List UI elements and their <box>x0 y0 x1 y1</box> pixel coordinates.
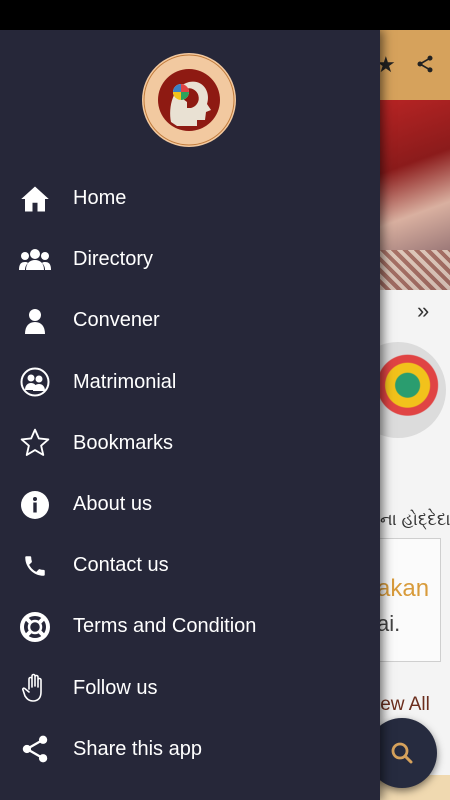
menu-item-home[interactable]: Home <box>0 168 380 229</box>
share-icon[interactable] <box>415 54 435 80</box>
view-all-link[interactable]: iew All <box>376 694 430 716</box>
menu-item-about-us[interactable]: About us <box>0 474 380 535</box>
couple-icon <box>19 366 51 398</box>
home-icon <box>19 183 51 215</box>
menu-item-label: Convener <box>73 309 160 332</box>
next-chevron-icon[interactable]: » <box>417 298 429 324</box>
group-logo <box>141 52 237 148</box>
menu-item-share-app[interactable]: Share this app <box>0 719 380 780</box>
menu-item-label: Matrimonial <box>73 370 177 393</box>
drawer-menu: Home Directory Convener Matrimonial Book… <box>0 168 380 780</box>
info-icon <box>19 489 51 521</box>
search-icon <box>391 742 413 764</box>
hand-icon <box>19 672 51 704</box>
menu-item-label: Directory <box>73 248 154 271</box>
menu-item-label: Follow us <box>73 676 158 699</box>
star-icon <box>19 427 51 459</box>
card-subtitle: ai. <box>377 611 401 636</box>
navigation-drawer: Home Directory Convener Matrimonial Book… <box>0 30 380 800</box>
group-icon <box>19 244 51 276</box>
menu-item-convener[interactable]: Convener <box>0 290 380 351</box>
menu-item-label: Home <box>73 187 127 210</box>
category-label: ના હોદ્દેદારો <box>380 510 450 529</box>
menu-item-label: Bookmarks <box>73 431 174 454</box>
menu-item-contact-us[interactable]: Contact us <box>0 535 380 596</box>
content-card[interactable]: akan ai. <box>372 538 441 662</box>
menu-item-bookmarks[interactable]: Bookmarks <box>0 413 380 474</box>
menu-item-label: Contact us <box>73 554 169 577</box>
menu-item-label: Share this app <box>73 737 202 760</box>
menu-item-directory[interactable]: Directory <box>0 229 380 290</box>
status-bar <box>0 0 450 30</box>
card-title: akan <box>377 575 430 602</box>
menu-item-matrimonial[interactable]: Matrimonial <box>0 352 380 413</box>
phone-icon <box>19 550 51 582</box>
menu-item-label: About us <box>73 493 152 516</box>
lifebuoy-icon <box>19 611 51 643</box>
menu-item-terms[interactable]: Terms and Condition <box>0 596 380 657</box>
share-icon <box>19 733 51 765</box>
person-icon <box>19 305 51 337</box>
menu-item-follow-us[interactable]: Follow us <box>0 658 380 719</box>
menu-item-label: Terms and Condition <box>73 615 257 638</box>
